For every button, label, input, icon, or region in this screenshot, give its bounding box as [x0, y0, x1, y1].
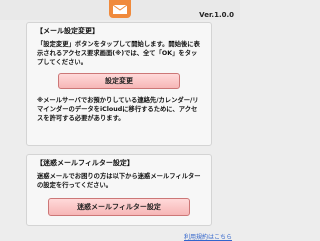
- top-bar: Ver.1.0.0: [0, 0, 240, 20]
- spam-filter-instructions: 迷惑メールでお困りの方は以下から迷惑メールフィルターの設定を行ってください。: [37, 173, 201, 189]
- settings-change-button[interactable]: 設定変更: [58, 73, 180, 89]
- mail-settings-note: ※メールサーバでお預かりしている連絡先/カレンダー/リマインダーのデータをiCl…: [37, 97, 199, 122]
- app-logo-icon: [109, 0, 131, 18]
- mail-settings-instructions: 「設定変更」ボタンをタップして開始します。開始後に表示されるアクセス要求画面(※…: [37, 41, 200, 66]
- version-label: Ver.1.0.0: [199, 11, 234, 19]
- mail-settings-title: 【メール設定変更】: [36, 27, 99, 35]
- mail-settings-card: 【メール設定変更】 「設定変更」ボタンをタップして開始します。開始後に表示される…: [26, 22, 212, 146]
- spam-filter-button[interactable]: 迷惑メールフィルター設定: [48, 198, 190, 216]
- spam-filter-title: 【迷惑メールフィルター設定】: [36, 159, 134, 167]
- spam-filter-card: 【迷惑メールフィルター設定】 迷惑メールでお困りの方は以下から迷惑メールフィルタ…: [26, 154, 212, 226]
